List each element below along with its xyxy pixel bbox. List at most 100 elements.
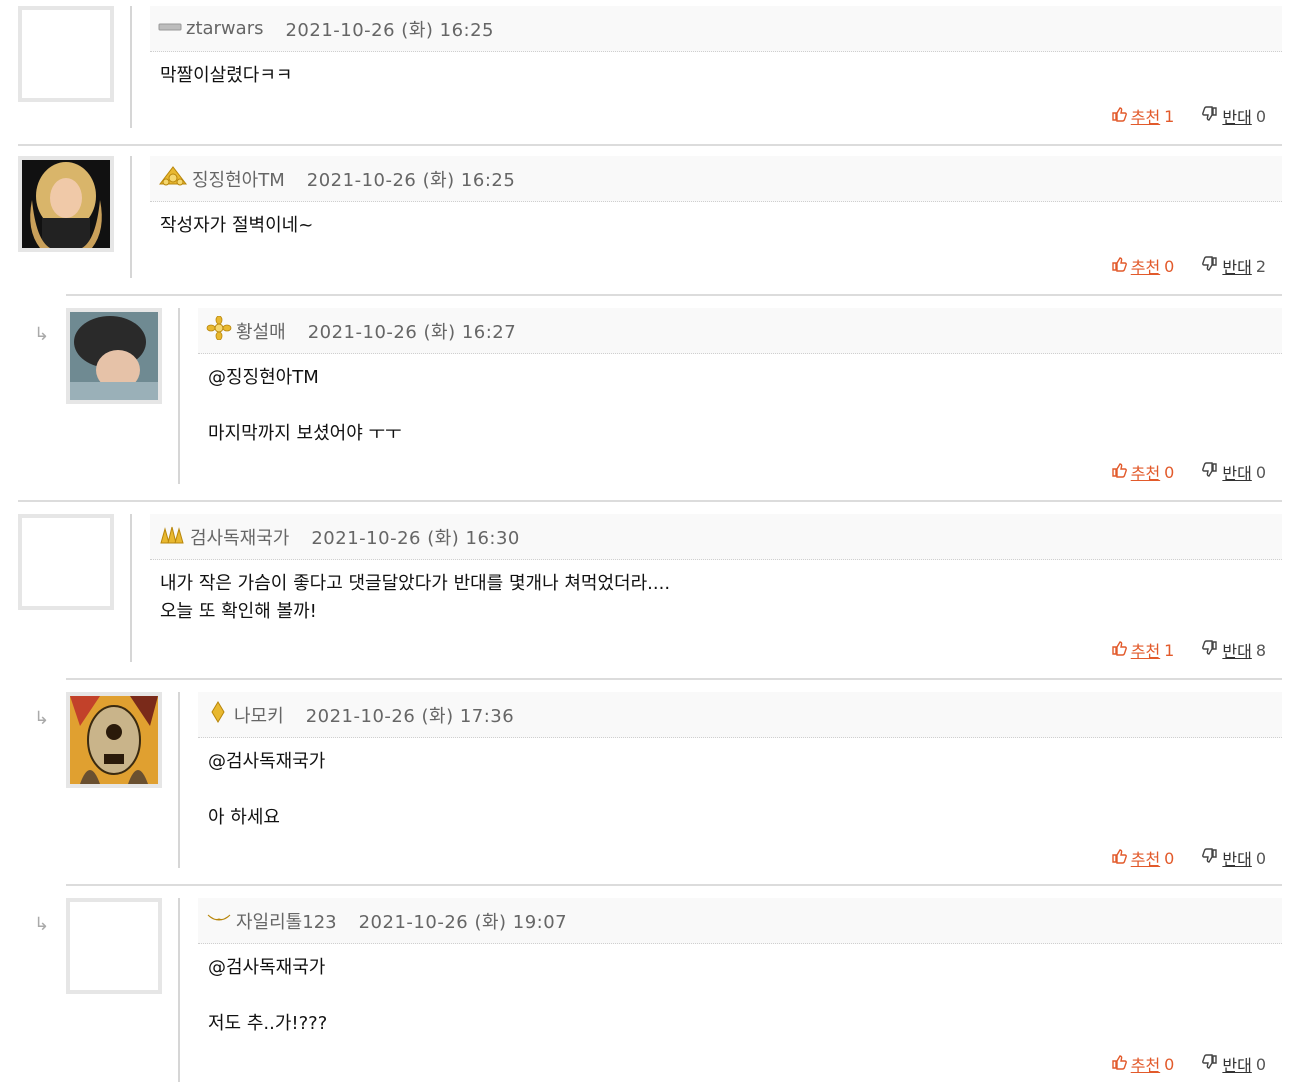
oppose-button[interactable]: 반대 8 [1202,638,1266,662]
comment-date: 2021-10-26 (화) 17:36 [305,705,515,727]
recommend-count: 0 [1164,1054,1175,1074]
comment-header: 황설매 2021-10-26 (화) 16:27 [198,308,1282,354]
avatar[interactable] [66,308,162,404]
comment-body: 작성자가 절벽이네~ [160,215,314,236]
comment-separator [66,294,1282,296]
oppose-label[interactable]: 반대 [1222,846,1251,870]
recommend-label[interactable]: 추천 [1131,1052,1160,1076]
thumbs-down-icon [1202,106,1218,126]
thumbs-down-icon [1202,256,1218,276]
thumbs-up-icon [1111,256,1127,276]
vote-bar: 추천 0 반대 0 [1111,846,1266,870]
recommend-button[interactable]: 추천 1 [1111,638,1175,662]
comment-header: ztarwars 2021-10-26 (화) 16:25 [150,6,1282,52]
gold-diamond-icon [206,700,230,729]
comment-mention[interactable]: @징징현아TM [208,364,319,392]
recommend-label[interactable]: 추천 [1131,460,1160,484]
comment-nickname[interactable]: 자일리톨123 [236,908,337,934]
oppose-label[interactable]: 반대 [1222,638,1251,662]
comment-nickname[interactable]: ztarwars [186,18,263,39]
avatar[interactable] [18,156,114,252]
reply-arrow-icon: ↳ [34,708,50,729]
comment-mention[interactable]: @검사독재국가 [208,748,325,776]
comment-separator [66,884,1282,886]
comment-list: ztarwars 2021-10-26 (화) 16:25 막짤이살렸다ㅋㅋ 추… [0,0,1290,1082]
comment-mention[interactable]: @검사독재국가 [208,954,325,982]
comment-date: 2021-10-26 (화) 19:07 [358,911,568,933]
recommend-label[interactable]: 추천 [1131,104,1160,128]
thumbs-up-icon [1111,1054,1127,1074]
comment-separator [18,144,1282,146]
comment-header: 징징현아TM 2021-10-26 (화) 16:25 [150,156,1282,202]
comment-date: 2021-10-26 (화) 16:30 [311,527,520,549]
thumbs-down-icon [1202,848,1218,868]
oppose-count: 8 [1255,640,1266,660]
thumbs-up-icon [1111,106,1127,126]
thumbs-down-icon [1202,1054,1218,1074]
oppose-label[interactable]: 반대 [1222,1052,1251,1076]
comment-header: 나모키 2021-10-26 (화) 17:36 [198,692,1282,738]
thumbs-down-icon [1202,462,1218,482]
comment-header: 검사독재국가 2021-10-26 (화) 16:30 [150,514,1282,560]
comment-body: 저도 추..가!??? [208,1013,328,1034]
recommend-count: 1 [1164,106,1175,126]
vote-bar: 추천 1 반대 8 [1111,638,1266,662]
comment-divider-line [178,692,180,868]
comment-divider-line [130,6,132,128]
vote-bar: 추천 0 반대 2 [1111,254,1266,278]
photo-blonde-woman [22,160,110,248]
comment-divider-line [178,898,180,1082]
recommend-count: 0 [1164,256,1175,276]
vote-bar: 추천 0 반대 0 [1111,460,1266,484]
recommend-label[interactable]: 추천 [1131,638,1160,662]
recommend-count: 1 [1164,640,1175,660]
thumbs-down-icon [1202,640,1218,660]
oppose-label[interactable]: 반대 [1222,254,1251,278]
thumbs-up-icon [1111,848,1127,868]
gold-crown-icon [158,164,188,193]
oppose-count: 0 [1255,848,1266,868]
oppose-button[interactable]: 반대 0 [1202,460,1266,484]
gold-flower-icon [206,315,232,345]
comment-nickname[interactable]: 나모키 [234,702,284,728]
reply-arrow-icon: ↳ [34,914,50,935]
recommend-button[interactable]: 추천 0 [1111,846,1175,870]
recommend-count: 0 [1164,462,1175,482]
recommend-button[interactable]: 추천 0 [1111,460,1175,484]
oppose-button[interactable]: 반대 0 [1202,846,1266,870]
oppose-count: 0 [1255,106,1266,126]
recommend-label[interactable]: 추천 [1131,254,1160,278]
comment-nickname[interactable]: 징징현아TM [192,166,285,192]
oppose-label[interactable]: 반대 [1222,460,1251,484]
comment-body: 막짤이살렸다ㅋㅋ [160,65,293,86]
oppose-button[interactable]: 반대 0 [1202,104,1266,128]
gold-wing-icon [206,909,232,932]
comment-date: 2021-10-26 (화) 16:27 [307,321,517,343]
reply-arrow-icon: ↳ [34,324,50,345]
recommend-count: 0 [1164,848,1175,868]
comment-body: 마지막까지 보셨어야 ㅜㅜ [208,423,402,444]
oppose-label[interactable]: 반대 [1222,104,1251,128]
comment-body: 내가 작은 가슴이 좋다고 댓글달았다가 반대를 몇개나 쳐먹었더라.... 오… [160,573,671,622]
thumbs-up-icon [1111,640,1127,660]
avatar[interactable] [18,6,114,102]
comment-date: 2021-10-26 (화) 16:25 [306,169,516,191]
thumbs-up-icon [1111,462,1127,482]
recommend-button[interactable]: 추천 1 [1111,104,1175,128]
vote-bar: 추천 0 반대 0 [1111,1052,1266,1076]
comment-divider-line [130,156,132,278]
comment-nickname[interactable]: 검사독재국가 [190,524,289,550]
avatar[interactable] [66,898,162,994]
recommend-button[interactable]: 추천 0 [1111,254,1175,278]
comment-nickname[interactable]: 황설매 [236,318,286,344]
avatar[interactable] [18,514,114,610]
oppose-button[interactable]: 반대 2 [1202,254,1266,278]
comment-separator [66,678,1282,680]
recommend-label[interactable]: 추천 [1131,846,1160,870]
comment-header: 자일리톨123 2021-10-26 (화) 19:07 [198,898,1282,944]
recommend-button[interactable]: 추천 0 [1111,1052,1175,1076]
oppose-button[interactable]: 반대 0 [1202,1052,1266,1076]
photo-face [70,312,158,400]
avatar[interactable] [66,692,162,788]
oppose-count: 0 [1255,462,1266,482]
